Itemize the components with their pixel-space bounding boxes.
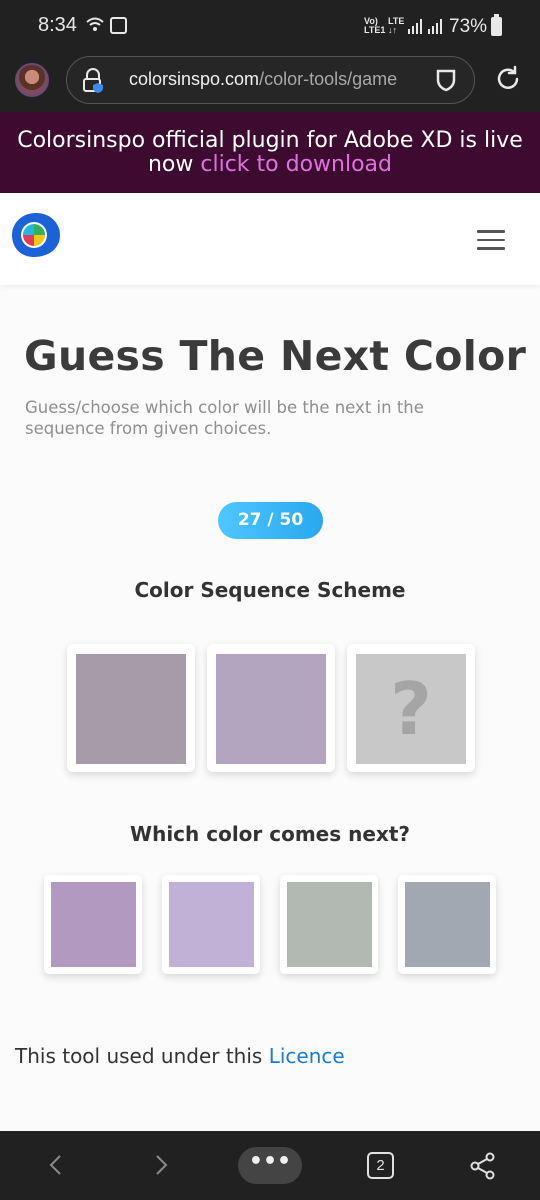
question-heading: Which color comes next? — [130, 822, 410, 846]
option-card-3[interactable] — [280, 875, 378, 974]
share-icon[interactable] — [469, 1152, 497, 1180]
licence-line: This tool used under this Licence — [15, 1044, 345, 1068]
licence-text: This tool used under this — [15, 1044, 263, 1068]
tabs-icon[interactable]: 2 — [367, 1152, 394, 1179]
sequence-swatch-unknown: ? — [356, 654, 466, 764]
wifi-icon — [110, 17, 127, 34]
battery-icon — [491, 14, 502, 36]
sequence-heading: Color Sequence Scheme — [134, 578, 406, 602]
option-swatch-2[interactable] — [169, 882, 254, 967]
battery-percent: 73% — [449, 16, 488, 37]
address-bar[interactable]: colorsinspo.com/color-tools/game — [66, 56, 475, 104]
shield-icon[interactable] — [435, 68, 457, 92]
progress-counter-badge: 27 / 50 — [218, 502, 323, 539]
option-swatch-4[interactable] — [405, 882, 490, 967]
site-header — [0, 193, 540, 285]
page-title: Guess The Next Color — [24, 332, 527, 380]
hamburger-menu-icon[interactable] — [477, 230, 505, 250]
signal-icon-2 — [428, 19, 442, 34]
colorsinspo-logo[interactable] — [12, 211, 60, 259]
banner-download-link[interactable]: click to download — [200, 152, 392, 177]
lte-indicator: LTE ↓↑ — [388, 16, 405, 35]
licence-link[interactable]: Licence — [269, 1044, 345, 1068]
option-card-1[interactable] — [44, 875, 142, 974]
signal-icon — [408, 19, 422, 34]
lock-icon[interactable] — [81, 68, 105, 94]
sequence-card-1 — [67, 644, 195, 772]
sequence-card-unknown: ? — [347, 644, 475, 772]
url-domain: colorsinspo.com — [129, 69, 260, 89]
reload-icon[interactable] — [494, 65, 522, 93]
status-bar: 8:34 Vo) LTE1 LTE ↓↑ 73% — [0, 0, 540, 50]
url-path: /color-tools/game — [259, 69, 398, 89]
sequence-card-2 — [207, 644, 335, 772]
browser-toolbar: colorsinspo.com/color-tools/game — [0, 50, 540, 112]
sequence-swatch-1 — [76, 654, 186, 764]
option-swatch-3[interactable] — [287, 882, 372, 967]
option-card-4[interactable] — [398, 875, 496, 974]
volte-indicator: Vo) LTE1 — [364, 16, 386, 35]
status-time: 8:34 — [38, 14, 77, 36]
wifi-calling-icon — [86, 17, 104, 31]
profile-avatar[interactable] — [15, 63, 49, 97]
announcement-banner: Colorsinspo official plugin for Adobe XD… — [0, 112, 540, 193]
sequence-swatch-2 — [216, 654, 326, 764]
option-swatch-1[interactable] — [51, 882, 136, 967]
back-icon[interactable] — [45, 1153, 67, 1177]
page-description: Guess/choose which color will be the nex… — [25, 398, 424, 438]
forward-icon[interactable] — [150, 1153, 172, 1177]
question-mark-icon: ? — [390, 667, 432, 751]
url-text[interactable]: colorsinspo.com/color-tools/game — [129, 69, 399, 90]
menu-icon[interactable]: ••• — [238, 1147, 302, 1184]
browser-bottom-nav: ••• 2 — [0, 1131, 540, 1200]
option-card-2[interactable] — [162, 875, 260, 974]
